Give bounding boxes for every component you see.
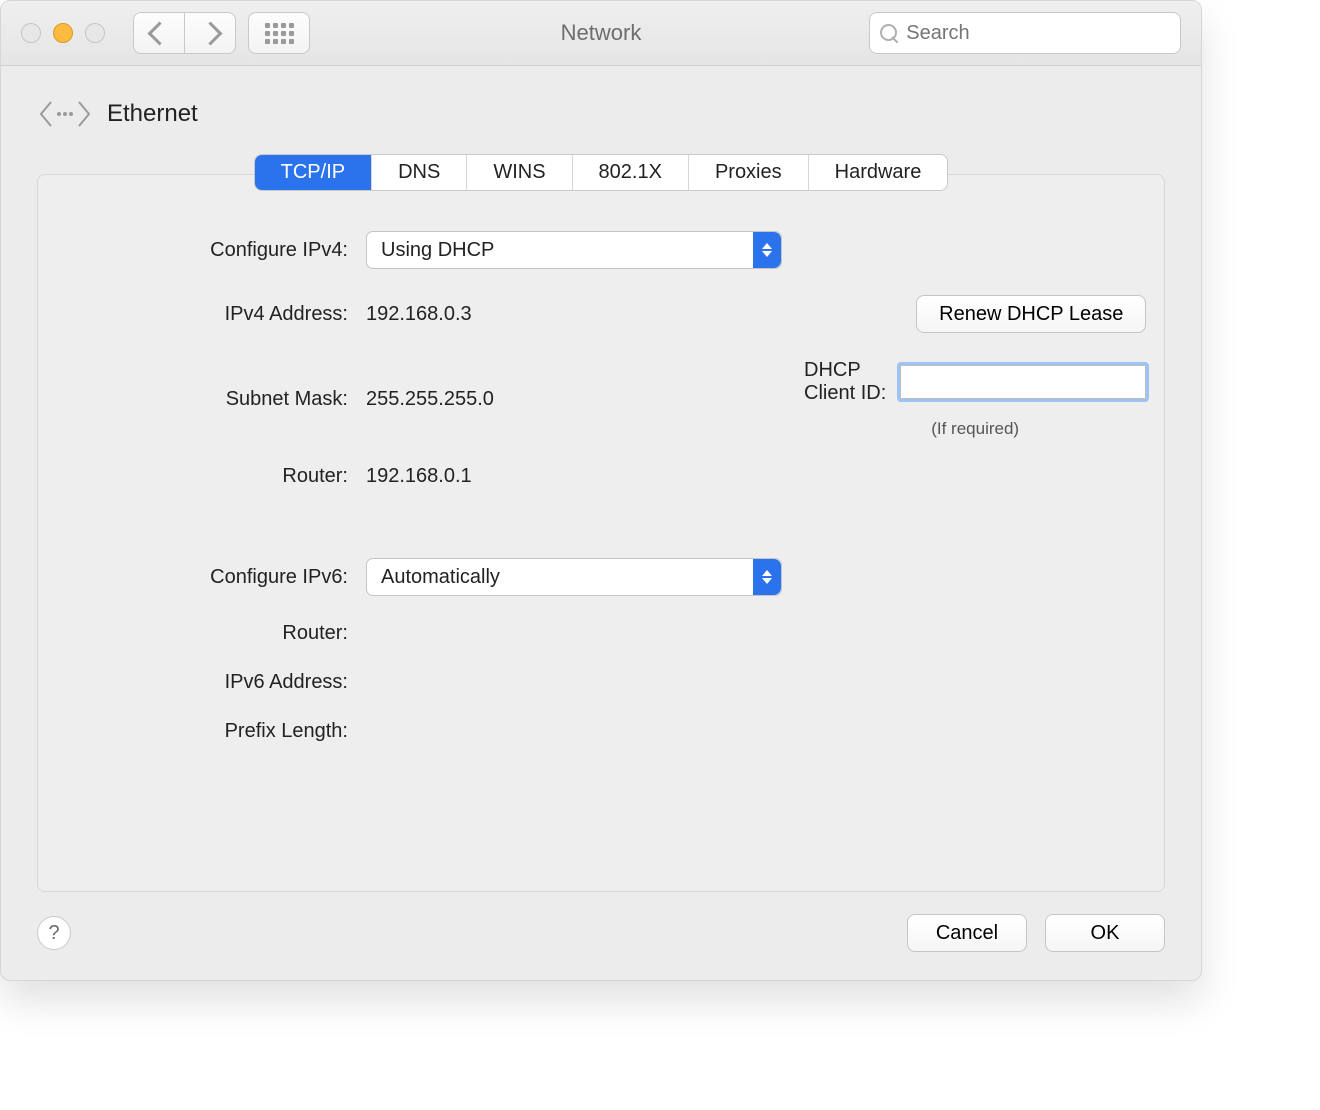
help-button[interactable]: ? <box>37 916 71 950</box>
show-all-button[interactable] <box>248 12 310 54</box>
window-title: Network <box>561 20 642 46</box>
configure-ipv4-value: Using DHCP <box>381 239 494 262</box>
footer: ? Cancel OK <box>37 914 1165 952</box>
label-ipv4-address: IPv4 Address: <box>78 303 348 326</box>
tab-wins[interactable]: WINS <box>467 155 572 190</box>
zoom-window-button[interactable] <box>85 23 105 43</box>
search-field-wrap[interactable] <box>869 12 1181 54</box>
label-ipv6-address: IPv6 Address: <box>78 671 348 694</box>
label-dhcp-client-id: DHCP Client ID: <box>804 359 888 405</box>
back-button[interactable] <box>133 12 185 54</box>
close-window-button[interactable] <box>21 23 41 43</box>
label-configure-ipv4: Configure IPv4: <box>78 239 348 262</box>
label-subnet-mask: Subnet Mask: <box>78 388 348 411</box>
tab-bar: TCP/IP DNS WINS 802.1X Proxies Hardware <box>37 154 1165 191</box>
chevron-right-icon <box>198 21 222 45</box>
grid-icon <box>265 23 294 44</box>
dhcp-client-id-input[interactable] <box>900 365 1146 399</box>
tab-dns[interactable]: DNS <box>372 155 467 190</box>
configure-ipv6-popup[interactable]: Automatically <box>366 558 782 596</box>
content-area: Ethernet TCP/IP DNS WINS 802.1X Proxies … <box>1 66 1201 980</box>
forward-button[interactable] <box>185 12 236 54</box>
label-router-ipv6: Router: <box>78 622 348 645</box>
configure-ipv6-value: Automatically <box>381 566 500 589</box>
nav-buttons <box>133 12 236 54</box>
renew-dhcp-lease-button[interactable]: Renew DHCP Lease <box>916 295 1146 333</box>
cancel-button[interactable]: Cancel <box>907 914 1027 952</box>
interface-name: Ethernet <box>107 100 198 128</box>
popup-caret-icon <box>753 559 781 595</box>
popup-caret-icon <box>753 232 781 268</box>
preferences-window: Network Ethernet TCP/IP DNS <box>0 0 1202 981</box>
titlebar: Network <box>1 1 1201 66</box>
search-input[interactable] <box>904 21 1170 46</box>
tabs: TCP/IP DNS WINS 802.1X Proxies Hardware <box>254 154 949 191</box>
search-icon <box>880 24 896 42</box>
tab-tcpip[interactable]: TCP/IP <box>255 155 372 190</box>
label-configure-ipv6: Configure IPv6: <box>78 566 348 589</box>
chevron-left-icon <box>147 21 171 45</box>
tcpip-pane: Configure IPv4: Using DHCP IPv4 Address:… <box>37 174 1165 892</box>
ethernet-icon <box>37 94 93 134</box>
tab-proxies[interactable]: Proxies <box>689 155 809 190</box>
value-subnet-mask: 255.255.255.0 <box>366 388 786 411</box>
label-router: Router: <box>78 465 348 488</box>
minimize-window-button[interactable] <box>53 23 73 43</box>
value-router: 192.168.0.1 <box>366 465 786 488</box>
dhcp-client-id-hint: (If required) <box>845 419 1105 439</box>
window-controls <box>21 23 105 43</box>
configure-ipv4-popup[interactable]: Using DHCP <box>366 231 782 269</box>
interface-header: Ethernet <box>37 94 1165 134</box>
ok-button[interactable]: OK <box>1045 914 1165 952</box>
value-ipv4-address: 192.168.0.3 <box>366 303 786 326</box>
tab-hardware[interactable]: Hardware <box>809 155 948 190</box>
label-prefix-length: Prefix Length: <box>78 720 348 743</box>
tab-8021x[interactable]: 802.1X <box>573 155 689 190</box>
